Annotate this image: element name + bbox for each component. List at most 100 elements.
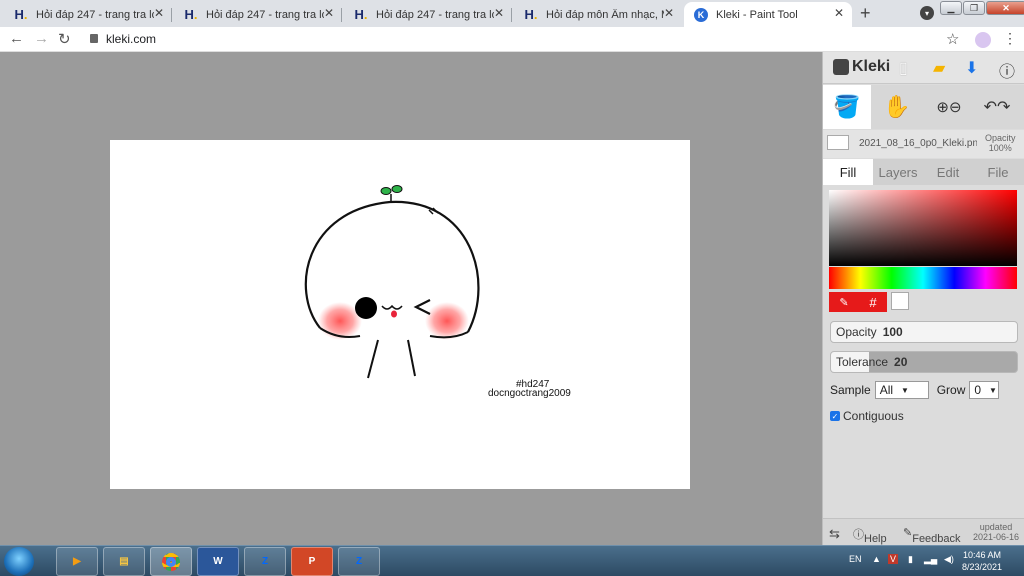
chevron-down-icon: ▼ — [901, 385, 909, 395]
sample-label: Sample — [830, 383, 871, 397]
opacity-slider[interactable]: Opacity 100 — [830, 321, 1018, 343]
hoidap-favicon-icon: H. — [354, 7, 368, 22]
tab-title: Hỏi đáp 247 - trang tra loi — [376, 8, 494, 21]
language-indicator[interactable]: EN — [849, 554, 862, 564]
new-image-icon[interactable]: ▯ — [899, 58, 908, 78]
media-player-icon[interactable]: ▶ — [56, 547, 98, 576]
tab-fill[interactable]: Fill — [823, 159, 873, 185]
window-controls: ▁ ❐ ✕ — [940, 1, 1024, 15]
tab-file[interactable]: File — [973, 159, 1023, 185]
kleki-favicon-icon: K — [694, 7, 708, 22]
close-window-icon[interactable]: ✕ — [986, 1, 1024, 15]
updated-info: updated 2021-06-16 — [973, 522, 1020, 542]
system-clock[interactable]: 10:46 AM 8/23/2021 — [962, 549, 1002, 573]
profile-icon[interactable]: ▾ — [920, 6, 934, 20]
sample-grow-row: Sample All ▼ Grow 0 ▼ — [830, 381, 1007, 399]
new-tab-icon[interactable]: + — [860, 3, 871, 24]
help-circle-icon[interactable]: ⓘ — [999, 58, 1015, 82]
chrome-icon[interactable] — [150, 547, 192, 576]
signature-line-2: docngoctrang2009 — [488, 388, 571, 399]
browser-tab-active[interactable]: K Kleki - Paint Tool ✕ — [684, 2, 852, 27]
tray-expand-icon[interactable]: ▲ — [872, 554, 881, 564]
tab-title: Hỏi đáp môn Âm nhạc, Mỹ thu — [546, 8, 664, 21]
tab-close-icon[interactable]: ✕ — [324, 6, 334, 20]
tab-close-icon[interactable]: ✕ — [494, 6, 504, 20]
eyedropper-icon[interactable]: ✎ — [829, 292, 859, 312]
paint-bucket-tool-icon[interactable]: 🪣 — [823, 85, 871, 129]
browser-tab[interactable]: H. Hỏi đáp 247 - trang tra loi ✕ — [4, 2, 172, 27]
bookmark-star-icon[interactable]: ☆ — [946, 30, 959, 48]
kleki-logo[interactable]: Kleki — [833, 58, 890, 76]
hoidap-favicon-icon: H. — [524, 7, 538, 22]
hoidap-favicon-icon: H. — [184, 7, 198, 22]
lock-icon[interactable] — [90, 34, 98, 43]
undo-redo-icon[interactable]: ↶↷ — [973, 85, 1021, 129]
tab-title: Kleki - Paint Tool — [716, 8, 798, 21]
tab-close-icon[interactable]: ✕ — [834, 6, 844, 20]
minimize-icon[interactable]: ▁ — [940, 1, 962, 15]
layer-file-info: 2021_08_16_0p0_Kleki.png Opacity 100% — [823, 130, 1024, 158]
address-bar[interactable]: kleki.com — [106, 32, 156, 46]
panel-tabs: Fill Layers Edit File — [823, 159, 1024, 185]
tab-edit[interactable]: Edit — [923, 159, 973, 185]
drawing-artwork — [304, 185, 480, 379]
zalo-icon[interactable]: Z — [244, 547, 286, 576]
grow-select[interactable]: 0 ▼ — [969, 381, 1000, 399]
chevron-down-icon: ▼ — [989, 385, 997, 395]
swap-sides-icon[interactable]: ⇆ — [829, 526, 840, 542]
zalo-icon[interactable]: Z — [338, 547, 380, 576]
powerpoint-icon[interactable]: P — [291, 547, 333, 576]
kleki-logo-icon — [833, 59, 849, 75]
word-icon[interactable]: W — [197, 547, 239, 576]
panel-header: Kleki ▯ ▰ ⬇ ⓘ — [823, 52, 1024, 84]
color-swatches: ✎ # — [829, 292, 909, 312]
extension-icon[interactable] — [975, 32, 991, 48]
browser-tab[interactable]: H. Hỏi đáp 247 - trang tra loi ✕ — [174, 2, 342, 27]
tab-title: Hỏi đáp 247 - trang tra loi — [206, 8, 324, 21]
drawing-canvas[interactable]: #hd247 docngoctrang2009 — [110, 140, 690, 489]
contiguous-checkbox[interactable]: ✓ Contiguous — [830, 409, 904, 423]
antivirus-icon[interactable]: V — [888, 554, 899, 564]
tab-close-icon[interactable]: ✕ — [154, 6, 164, 20]
maximize-icon[interactable]: ❐ — [963, 1, 985, 15]
zoom-tool-icon[interactable]: ⊕⊖ — [925, 85, 973, 129]
help-link[interactable]: ⓘ Help — [853, 526, 887, 545]
hex-input-button[interactable]: # — [859, 292, 887, 312]
kleki-side-panel: Kleki ▯ ▰ ⬇ ⓘ 🪣 ✋ ⊕⊖ ↶↷ 2021_08_16_0p0_K… — [822, 52, 1024, 545]
browser-menu-icon[interactable]: ⋮ — [1003, 30, 1017, 47]
tab-title: Hỏi đáp 247 - trang tra loi — [36, 8, 154, 21]
tolerance-slider[interactable]: Tolerance 20 — [830, 351, 1018, 373]
file-name: 2021_08_16_0p0_Kleki.png — [859, 138, 977, 149]
forward-icon[interactable]: → — [34, 30, 49, 47]
layer-opacity: Opacity 100% — [985, 133, 1016, 153]
browser-tab[interactable]: H. Hỏi đáp 247 - trang tra loi ✕ — [344, 2, 512, 27]
network-icon[interactable]: ▂▄ — [924, 554, 937, 565]
color-saturation-picker[interactable] — [829, 190, 1017, 266]
reload-icon[interactable]: ↻ — [58, 30, 71, 48]
download-icon[interactable]: ⬇ — [965, 58, 978, 78]
windows-taskbar: ▶ ▤ W Z P Z EN ▲ V ▮ ▂▄ ◀) 10:46 AM 8/23… — [0, 545, 1024, 576]
start-button[interactable] — [4, 547, 34, 576]
file-explorer-icon[interactable]: ▤ — [103, 547, 145, 576]
hue-slider[interactable] — [829, 267, 1017, 289]
panel-footer: ⇆ ⓘ Help ✎ Feedback updated 2021-06-16 — [823, 518, 1024, 545]
tab-close-icon[interactable]: ✕ — [664, 6, 674, 20]
canvas-workspace[interactable]: #hd247 docngoctrang2009 — [0, 52, 822, 545]
grow-label: Grow — [936, 383, 966, 397]
tool-bar: 🪣 ✋ ⊕⊖ ↶↷ — [823, 85, 1024, 129]
volume-icon[interactable]: ◀) — [944, 554, 954, 565]
browser-tabstrip: H. Hỏi đáp 247 - trang tra loi ✕ H. Hỏi … — [0, 0, 1024, 27]
tab-layers[interactable]: Layers — [873, 159, 923, 185]
sample-select[interactable]: All ▼ — [874, 381, 929, 399]
open-folder-icon[interactable]: ▰ — [933, 58, 945, 78]
hand-tool-icon[interactable]: ✋ — [873, 85, 921, 129]
feedback-link[interactable]: ✎ Feedback — [903, 526, 961, 545]
browser-toolbar: ← → ↻ kleki.com ☆ ⋮ — [0, 27, 1024, 52]
checkbox-checked-icon[interactable]: ✓ — [830, 411, 840, 421]
browser-tab[interactable]: H. Hỏi đáp môn Âm nhạc, Mỹ thu ✕ — [514, 2, 682, 27]
hoidap-favicon-icon: H. — [14, 7, 28, 22]
battery-icon[interactable]: ▮ — [908, 554, 913, 565]
layer-thumbnail[interactable] — [827, 135, 849, 150]
secondary-color-swatch[interactable] — [891, 292, 909, 310]
back-icon[interactable]: ← — [9, 30, 24, 47]
